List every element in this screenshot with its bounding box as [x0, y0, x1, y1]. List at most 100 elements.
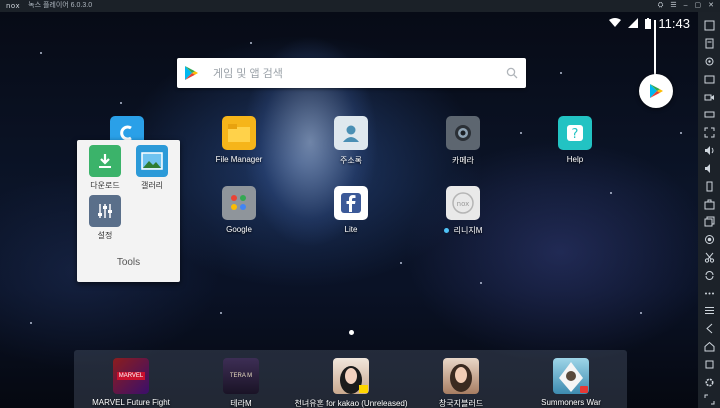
toolbar-controls[interactable] [701, 107, 717, 123]
toolbox-icon [704, 199, 714, 210]
marvel-future-fight-icon: MARVEL [113, 358, 149, 394]
gallery-icon [136, 145, 168, 177]
settings-icon[interactable]: ⛭ [658, 0, 664, 12]
summoners-war-icon [553, 358, 589, 394]
toolbar-back[interactable] [701, 321, 717, 337]
folder-app-label: 설정 [97, 231, 113, 240]
shake-icon [706, 181, 712, 192]
location-icon [705, 57, 713, 66]
volume-down-icon [704, 163, 710, 173]
folder-app-downloads[interactable]: 다운로드 [83, 145, 127, 191]
google-play-icon [650, 84, 663, 98]
close-button[interactable]: ✕ [708, 0, 714, 12]
folder-icon [222, 116, 256, 150]
app-label-text: 리니지M [453, 226, 483, 235]
app-contacts[interactable]: 주소록 [311, 116, 391, 166]
app-file-manager[interactable]: File Manager [199, 116, 279, 164]
toolbar-screenshot[interactable] [701, 71, 717, 87]
toolbar-cut[interactable] [701, 250, 717, 266]
play-store-fab[interactable] [639, 74, 673, 108]
dock-app-label: 테라M [230, 399, 252, 408]
folder-app-label: 다운로드 [90, 181, 120, 190]
new-app-dot [443, 228, 449, 234]
toolbar-volume-up[interactable] [701, 143, 717, 159]
toolbar-apk[interactable] [701, 36, 717, 52]
hamburger-icon [704, 307, 714, 315]
keyboard-icon [704, 111, 714, 118]
camera-icon [446, 116, 480, 150]
maximize-button[interactable]: ▢ [695, 0, 702, 12]
app-label: Help [566, 155, 584, 164]
settings-sliders-icon [89, 195, 121, 227]
android-home-screen: 11:43 게임 및 앱 검색 File Manager 주소록 카메라 ? H… [0, 12, 698, 408]
toolbar-multi[interactable] [701, 214, 717, 230]
google-folder-icon [222, 186, 256, 220]
dock-app-changuk[interactable]: 창국지블러드 [401, 358, 521, 408]
toolbar-volume-down[interactable] [701, 161, 717, 177]
battery-icon [645, 17, 652, 29]
toolbar-home[interactable] [701, 339, 717, 355]
dock-app-chinese-ghost[interactable]: 천녀유혼 for kakao (Unreleased) [291, 358, 411, 408]
home-icon [704, 341, 714, 352]
toolbar-sync[interactable] [701, 267, 717, 283]
toolbar-location[interactable] [701, 54, 717, 70]
folder-app-gallery[interactable]: 갤러리 [130, 145, 174, 191]
icon-text: MARVEL [116, 372, 146, 380]
record-icon [704, 235, 714, 245]
window-title: 녹스 플레이어 6.0.3.0 [28, 2, 93, 9]
apk-icon [705, 38, 713, 49]
toolbar-shake[interactable] [701, 178, 717, 194]
dock-app-label: MARVEL Future Fight [92, 398, 170, 407]
dock-app-tera[interactable]: TERA M 테라M [181, 358, 301, 408]
scissors-icon [704, 252, 714, 263]
toolbar-resize[interactable] [701, 125, 717, 141]
app-label: Google [226, 225, 252, 234]
app-facebook-lite[interactable]: Lite [311, 186, 391, 234]
app-lineage-m[interactable]: nox 리니지M [423, 186, 503, 236]
download-icon [89, 145, 121, 177]
emulator-toolbar [698, 12, 720, 408]
gear-icon [704, 378, 714, 387]
contacts-icon [334, 116, 368, 150]
toolbar-menu[interactable] [701, 303, 717, 319]
toolbar-more[interactable] [701, 285, 717, 301]
folder-app-settings[interactable]: 설정 [83, 195, 127, 241]
dock-app-marvel[interactable]: MARVEL MARVEL Future Fight [71, 358, 191, 407]
dock-app-label: 천녀유혼 for kakao (Unreleased) [294, 399, 408, 408]
toolbar-record[interactable] [701, 232, 717, 248]
window-controls: ⛭ ☰ – ▢ ✕ [658, 0, 714, 12]
nox-logo: nox [6, 2, 21, 10]
app-help[interactable]: ? Help [535, 116, 615, 164]
dock-app-label: Summoners War [541, 398, 601, 407]
folder-title[interactable]: Tools [77, 257, 180, 268]
dock-app-summoners-war[interactable]: Summoners War [511, 358, 631, 407]
toolbar-toolbox[interactable] [701, 196, 717, 212]
svg-text:?: ? [572, 127, 579, 142]
status-clock: 11:43 [658, 15, 690, 31]
app-label: 카메라 [451, 156, 475, 165]
tools-folder-popup: 다운로드 갤러리 설정 Tools [77, 140, 180, 282]
minimize-button[interactable]: – [684, 0, 688, 12]
toolbar-recent[interactable] [701, 356, 717, 372]
app-label: 주소록 [339, 156, 363, 165]
google-play-icon [185, 66, 198, 80]
play-search-bar[interactable]: 게임 및 앱 검색 [177, 58, 526, 88]
lineage-icon: nox [446, 186, 480, 220]
multi-instance-icon [704, 216, 714, 227]
signal-icon [628, 18, 639, 28]
toolbar-fullscreen-bottom[interactable] [701, 392, 717, 408]
app-label: File Manager [215, 155, 263, 164]
toolbar-video[interactable] [701, 89, 717, 105]
page-indicator [349, 330, 354, 335]
toolbar-settings[interactable] [701, 374, 717, 390]
tera-m-icon: TERA M [223, 358, 259, 394]
app-google-folder[interactable]: Google [199, 186, 279, 234]
app-camera[interactable]: 카메라 [423, 116, 503, 166]
search-icon[interactable] [506, 67, 518, 79]
chinese-ghost-story-icon [333, 358, 369, 394]
help-icon: ? [558, 116, 592, 150]
search-placeholder: 게임 및 앱 검색 [213, 68, 283, 80]
menu-icon[interactable]: ☰ [670, 0, 676, 12]
toolbar-fullscreen[interactable] [701, 18, 717, 34]
changuk-blood-icon [443, 358, 479, 394]
